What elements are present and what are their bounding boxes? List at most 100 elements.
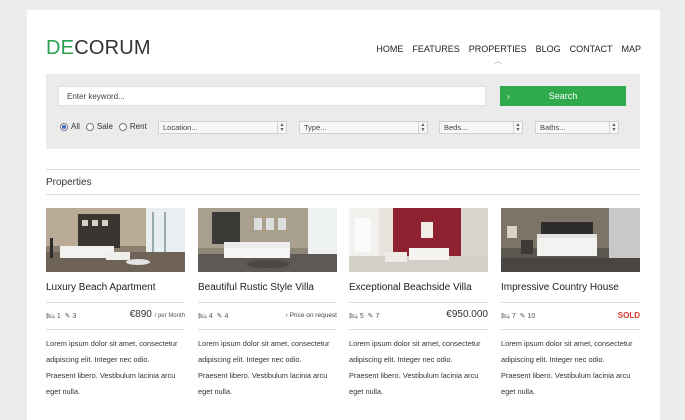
nav-contact[interactable]: CONTACT [570, 44, 613, 54]
property-description: Lorem ipsum dolor sit amet, consectetur … [46, 336, 191, 400]
divider [501, 329, 640, 330]
type-select[interactable]: Type... ▲ ▼ [299, 121, 428, 134]
nav-features[interactable]: FEATURES [412, 44, 459, 54]
price-value: €890 [129, 309, 152, 320]
property-meta: 🛏 5 ✎ 7 €950.000 [349, 309, 488, 323]
property-card[interactable]: Impressive Country House 🛏 7 ✎ 10 SOLD L… [501, 208, 640, 396]
sold-badge: SOLD [617, 311, 640, 320]
divider [46, 329, 185, 330]
logo-accent: DE [46, 37, 75, 59]
keyword-input[interactable]: Enter keyword... [58, 86, 486, 106]
description-line: eget nulla. [501, 387, 536, 396]
page: DECORUM HOME FEATURES PROPERTIES ︿ BLOG C… [27, 10, 660, 420]
radio-sale[interactable]: Sale [85, 122, 113, 131]
radio-all[interactable]: All [60, 122, 80, 131]
description-line: Praesent libero. Vestibulum lacinia arcu [349, 371, 479, 380]
logo-rest: CORUM [74, 37, 151, 59]
divider [349, 302, 488, 303]
description-line: Praesent libero. Vestibulum lacinia arcu [198, 371, 328, 380]
divider [501, 302, 640, 303]
property-price: €890 / per Month [130, 309, 185, 320]
bath-icon: ✎ [216, 313, 223, 320]
property-specs: 🛏 7 ✎ 10 [501, 312, 535, 320]
select-value: Type... [304, 123, 327, 132]
search-panel: Enter keyword... › Search All Sale Rent … [46, 74, 640, 149]
bed-icon: 🛏 [198, 313, 207, 320]
radio-label: Sale [96, 122, 113, 131]
bath-icon: ✎ [64, 313, 71, 320]
listing-mode-radios: All Sale Rent [60, 122, 147, 131]
nav-map[interactable]: MAP [621, 44, 641, 54]
main-nav: HOME FEATURES PROPERTIES ︿ BLOG CONTACT M… [376, 44, 641, 65]
select-value: Location... [163, 123, 198, 132]
description-line: adipiscing elit. Integer nec odio. [349, 355, 453, 364]
beds-count: 5 [359, 313, 364, 320]
radio-dot [60, 122, 68, 131]
search-button-label: Search [548, 91, 578, 101]
beds-select[interactable]: Beds... ▲ ▼ [439, 121, 523, 134]
property-meta: 🛏 7 ✎ 10 SOLD [501, 309, 640, 323]
baths-count: 10 [527, 313, 536, 320]
property-description: Lorem ipsum dolor sit amet, consectetur … [501, 336, 646, 400]
bed-icon: 🛏 [501, 313, 510, 320]
location-select[interactable]: Location... ▲ ▼ [158, 121, 287, 134]
divider [349, 329, 488, 330]
property-title[interactable]: Impressive Country House [501, 282, 619, 293]
property-photo[interactable] [349, 208, 488, 272]
baths-select[interactable]: Baths... ▲ ▼ [535, 121, 619, 134]
description-line: Lorem ipsum dolor sit amet, consectetur [349, 339, 481, 348]
site-logo[interactable]: DECORUM [46, 37, 151, 60]
baths-count: 4 [224, 313, 229, 320]
description-line: eget nulla. [349, 387, 384, 396]
property-card[interactable]: Exceptional Beachside Villa 🛏 5 ✎ 7 €950… [349, 208, 488, 396]
description-line: eget nulla. [198, 387, 233, 396]
nav-blog[interactable]: BLOG [536, 44, 561, 54]
radio-rent[interactable]: Rent [118, 122, 147, 131]
property-photo[interactable] [46, 208, 185, 272]
updown-icon: ▲ ▼ [609, 122, 618, 133]
property-photo[interactable] [198, 208, 337, 272]
chevron-right-icon: › [285, 312, 288, 319]
beds-count: 7 [511, 313, 516, 320]
radio-dot [85, 122, 94, 131]
select-value: Baths... [540, 123, 566, 132]
nav-home[interactable]: HOME [376, 44, 403, 54]
property-description: Lorem ipsum dolor sit amet, consectetur … [349, 336, 494, 400]
chevron-up-icon: ︿ [494, 58, 502, 65]
description-line: eget nulla. [46, 387, 81, 396]
baths-count: 7 [375, 313, 380, 320]
property-photo[interactable] [501, 208, 640, 272]
property-title[interactable]: Exceptional Beachside Villa [349, 282, 472, 293]
search-button[interactable]: › Search [500, 86, 626, 106]
description-line: adipiscing elit. Integer nec odio. [198, 355, 302, 364]
property-specs: 🛏 5 ✎ 7 [349, 312, 379, 320]
bed-icon: 🛏 [349, 313, 358, 320]
price-suffix: / per Month [154, 313, 185, 319]
divider [198, 329, 337, 330]
updown-icon: ▲ ▼ [277, 122, 286, 133]
property-card[interactable]: Beautiful Rustic Style Villa 🛏 4 ✎ 4 › P… [198, 208, 337, 396]
property-title[interactable]: Beautiful Rustic Style Villa [198, 282, 314, 293]
divider [198, 302, 337, 303]
beds-count: 1 [56, 313, 61, 320]
select-value: Beds... [444, 123, 468, 132]
bed-icon: 🛏 [46, 313, 55, 320]
property-card[interactable]: Luxury Beach Apartment 🛏 1 ✎ 3 €890 / pe… [46, 208, 185, 396]
description-line: adipiscing elit. Integer nec odio. [501, 355, 605, 364]
bath-icon: ✎ [367, 313, 374, 320]
beds-count: 4 [208, 313, 213, 320]
updown-icon: ▲ ▼ [513, 122, 522, 133]
bath-icon: ✎ [519, 313, 526, 320]
property-price: €950.000 [446, 309, 488, 320]
description-line: Lorem ipsum dolor sit amet, consectetur [501, 339, 633, 348]
property-meta: 🛏 1 ✎ 3 €890 / per Month [46, 309, 185, 323]
baths-count: 3 [72, 313, 77, 320]
section-title: Properties [46, 177, 92, 188]
description-line: Praesent libero. Vestibulum lacinia arcu [46, 371, 176, 380]
description-line: adipiscing elit. Integer nec odio. [46, 355, 150, 364]
divider [46, 169, 640, 170]
chevron-right-icon: › [507, 91, 510, 101]
price-on-request: › Price on request [286, 312, 337, 319]
nav-properties[interactable]: PROPERTIES ︿ [469, 44, 527, 65]
property-title[interactable]: Luxury Beach Apartment [46, 282, 156, 293]
